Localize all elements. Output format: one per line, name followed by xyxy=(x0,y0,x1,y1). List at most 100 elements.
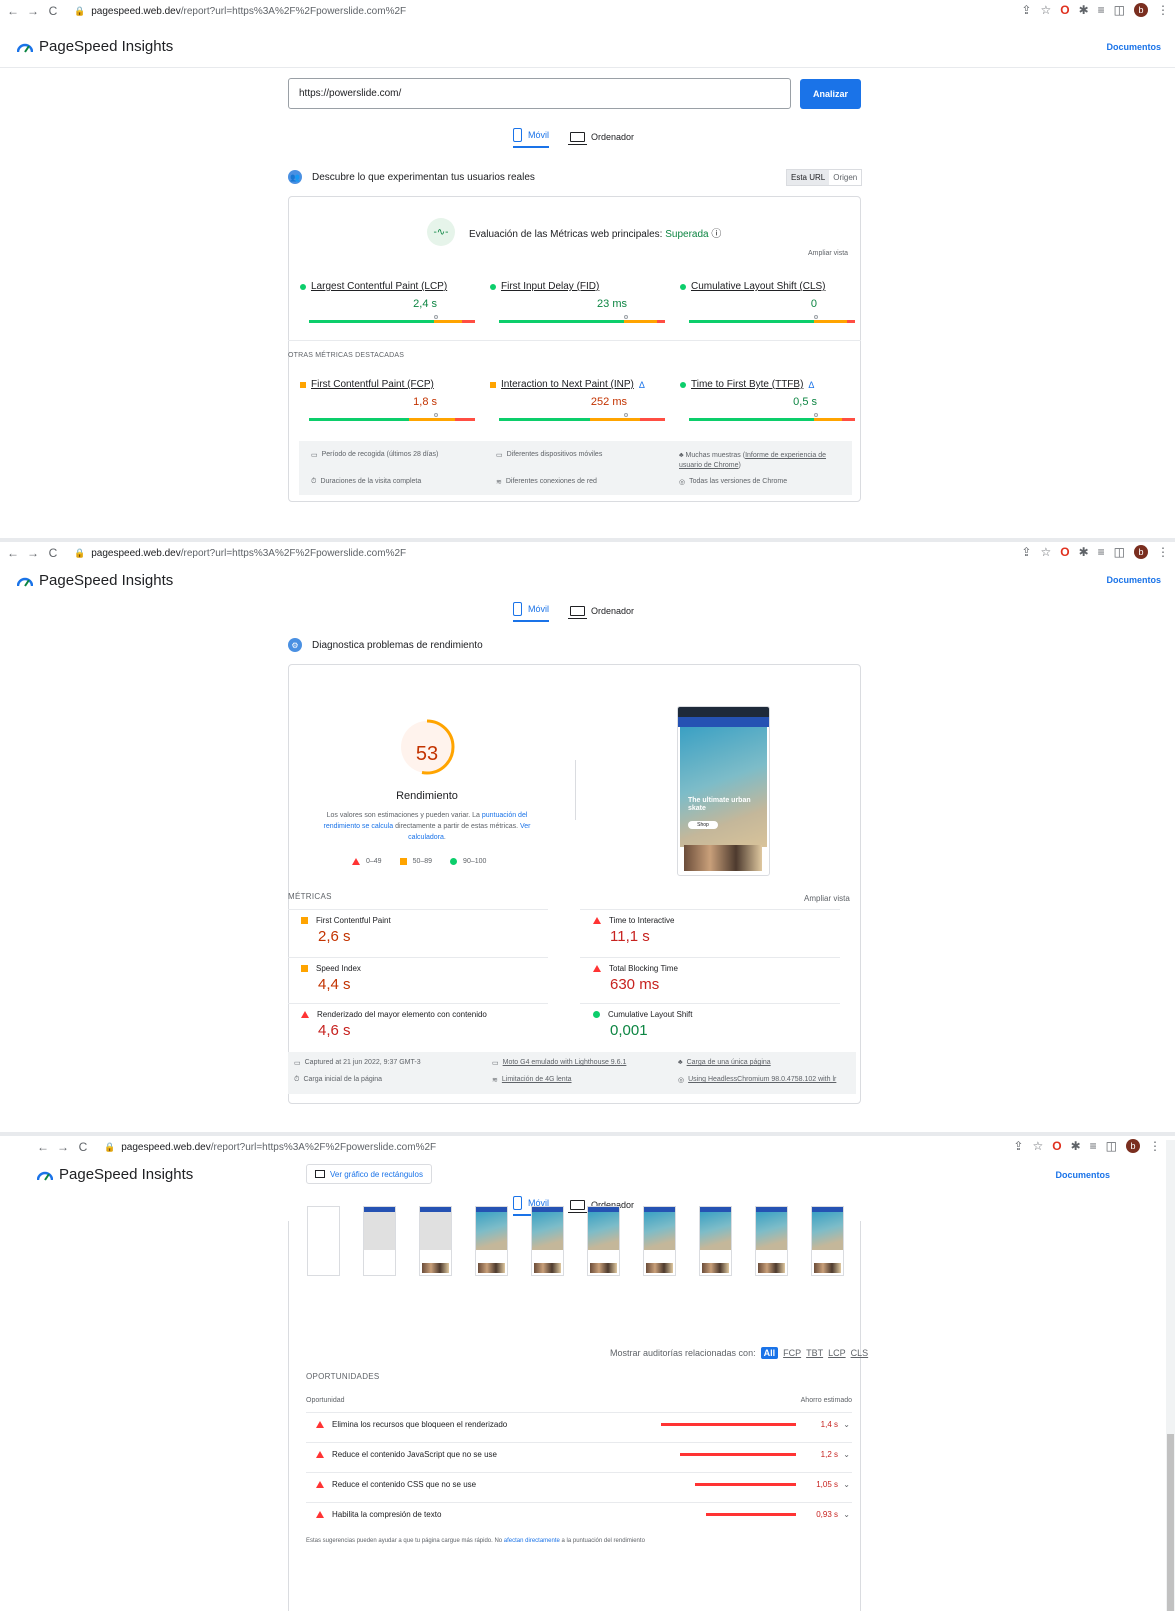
tab-desktop[interactable]: Ordenador xyxy=(568,600,634,622)
lab-data-footer: ▭ Captured at 21 jun 2022, 9:37 GMT-3 ▭ Mo… xyxy=(288,1052,856,1094)
reading-list-icon[interactable]: ≡ xyxy=(1098,545,1105,559)
scrollbar[interactable] xyxy=(1166,1140,1175,1611)
tab-mobile[interactable]: Móvil xyxy=(513,600,550,622)
metric-value: 4,4 s xyxy=(318,976,351,993)
address-bar[interactable]: pagespeed.web.dev/report?url=https%3A%2F… xyxy=(121,1142,436,1153)
expand-view-link[interactable]: Ampliar vista xyxy=(804,894,850,903)
good-dot-icon xyxy=(680,381,686,388)
lock-icon: 🔒 xyxy=(104,1141,116,1152)
star-icon[interactable]: ☆ xyxy=(1040,3,1051,17)
throttling-link[interactable]: Limitación de 4G lenta xyxy=(502,1076,572,1084)
reload-icon[interactable]: C xyxy=(46,4,60,18)
reload-icon[interactable]: C xyxy=(46,546,60,560)
menu-icon[interactable]: ⋮ xyxy=(1149,1139,1161,1153)
opportunities-columns: Oportunidad Ahorro estimado xyxy=(306,1397,852,1404)
avatar[interactable]: b xyxy=(1134,3,1148,17)
metric-value: 0,001 xyxy=(610,1022,648,1039)
score-legend: 0–49 50–89 90–100 xyxy=(352,858,486,865)
reading-list-icon[interactable]: ≡ xyxy=(1090,1139,1097,1153)
docs-link[interactable]: Documentos xyxy=(1106,575,1161,585)
help-icon[interactable]: ⓘ xyxy=(711,229,721,240)
star-icon[interactable]: ☆ xyxy=(1032,1139,1043,1153)
opera-icon[interactable]: O xyxy=(1060,3,1069,17)
avatar[interactable]: b xyxy=(1126,1139,1140,1153)
forward-icon[interactable]: → xyxy=(56,1140,70,1154)
extensions-icon[interactable]: ✱ xyxy=(1079,3,1089,17)
toggle-origin[interactable]: Origen xyxy=(829,170,861,185)
scrollbar-thumb[interactable] xyxy=(1167,1434,1174,1611)
calendar-icon: ▭ xyxy=(294,1060,301,1067)
metric-value: 2,4 s xyxy=(413,298,437,310)
opportunity-row[interactable]: Elimina los recursos que bloqueen el ren… xyxy=(306,1412,852,1436)
back-icon[interactable]: ← xyxy=(6,546,20,560)
star-icon[interactable]: ☆ xyxy=(1040,545,1051,559)
address-bar[interactable]: pagespeed.web.dev/report?url=https%3A%2F… xyxy=(91,548,406,559)
reload-icon[interactable]: C xyxy=(76,1140,90,1154)
photos-preview xyxy=(684,845,762,871)
logo[interactable]: PageSpeed Insights xyxy=(17,572,173,589)
extensions-icon[interactable]: ✱ xyxy=(1079,545,1089,559)
filter-lcp[interactable]: LCP xyxy=(828,1348,846,1358)
sidebar-icon[interactable]: ◫ xyxy=(1114,3,1125,17)
toggle-this-url[interactable]: Esta URL xyxy=(787,170,830,185)
performance-score: 53 xyxy=(415,743,439,765)
menu-icon[interactable]: ⋮ xyxy=(1157,3,1169,17)
savings-bar xyxy=(694,1483,796,1486)
metric-label[interactable]: First Input Delay (FID) xyxy=(501,281,599,292)
device-link[interactable]: Moto G4 emulado with Lighthouse 9.6.1 xyxy=(503,1059,627,1067)
menu-icon[interactable]: ⋮ xyxy=(1157,545,1169,559)
opportunity-row[interactable]: Habilita la compresión de texto 0,93 s ⌄ xyxy=(306,1502,852,1526)
opera-icon[interactable]: O xyxy=(1052,1139,1061,1153)
bad-triangle-icon xyxy=(316,1481,324,1488)
sidebar-icon[interactable]: ◫ xyxy=(1114,545,1125,559)
back-icon[interactable]: ← xyxy=(36,1140,50,1154)
reading-list-icon[interactable]: ≡ xyxy=(1098,3,1105,17)
opportunity-row[interactable]: Reduce el contenido JavaScript que no se… xyxy=(306,1442,852,1466)
opportunity-row[interactable]: Reduce el contenido CSS que no se use 1,… xyxy=(306,1472,852,1496)
wifi-icon: ≋ xyxy=(492,1077,498,1084)
affect-directly-link[interactable]: afectan directamente xyxy=(504,1538,560,1544)
app-title: PageSpeed Insights xyxy=(39,38,174,55)
logo[interactable]: PageSpeed Insights xyxy=(17,38,173,55)
logo[interactable]: PageSpeed Insights xyxy=(37,1166,193,1183)
lab-metric-si: Speed Index 4,4 s xyxy=(288,957,548,993)
address-bar[interactable]: pagespeed.web.dev/report?url=https%3A%2F… xyxy=(91,6,406,17)
metric-label[interactable]: Cumulative Layout Shift (CLS) xyxy=(691,281,826,292)
metric-label[interactable]: Interaction to Next Paint (INP) xyxy=(501,379,634,390)
average-square-icon xyxy=(301,965,308,972)
filter-fcp[interactable]: FCP xyxy=(783,1348,801,1358)
sidebar-icon[interactable]: ◫ xyxy=(1106,1139,1117,1153)
docs-link[interactable]: Documentos xyxy=(1055,1170,1110,1180)
expand-view-link[interactable]: Ampliar vista xyxy=(808,250,848,257)
chevron-down-icon[interactable]: ⌄ xyxy=(843,1450,850,1459)
filter-tbt[interactable]: TBT xyxy=(806,1348,823,1358)
share-icon[interactable]: ⇪ xyxy=(1021,545,1031,559)
avatar[interactable]: b xyxy=(1134,545,1148,559)
filter-all[interactable]: All xyxy=(760,1347,779,1359)
treemap-button[interactable]: Ver gráfico de rectángulos xyxy=(306,1164,432,1184)
tab-mobile[interactable]: Móvil xyxy=(513,126,550,148)
extensions-icon[interactable]: ✱ xyxy=(1071,1139,1081,1153)
metric-label[interactable]: Time to First Byte (TTFB) xyxy=(691,379,803,390)
pagespeed-logo-icon xyxy=(37,1171,53,1181)
devices-icon: ▭ xyxy=(496,452,503,459)
metric-label[interactable]: First Contentful Paint (FCP) xyxy=(311,379,434,390)
chevron-down-icon[interactable]: ⌄ xyxy=(843,1480,850,1489)
share-icon[interactable]: ⇪ xyxy=(1013,1139,1023,1153)
opera-icon[interactable]: O xyxy=(1060,545,1069,559)
metric-label[interactable]: Largest Contentful Paint (LCP) xyxy=(311,281,447,292)
url-input[interactable]: https://powerslide.com/ xyxy=(288,78,791,109)
filter-cls[interactable]: CLS xyxy=(851,1348,869,1358)
lock-icon: 🔒 xyxy=(74,547,86,558)
forward-icon[interactable]: → xyxy=(26,4,40,18)
tab-desktop[interactable]: Ordenador xyxy=(568,126,634,148)
forward-icon[interactable]: → xyxy=(26,546,40,560)
chevron-down-icon[interactable]: ⌄ xyxy=(843,1420,850,1429)
share-icon[interactable]: ⇪ xyxy=(1021,3,1031,17)
analyze-button[interactable]: Analizar xyxy=(800,79,861,109)
single-page-link[interactable]: Carga de una única página xyxy=(687,1059,771,1066)
browser-link[interactable]: Using HeadlessChromium 98.0.4758.102 wit… xyxy=(688,1076,836,1084)
docs-link[interactable]: Documentos xyxy=(1106,42,1161,52)
back-icon[interactable]: ← xyxy=(6,4,20,18)
chevron-down-icon[interactable]: ⌄ xyxy=(843,1510,850,1519)
